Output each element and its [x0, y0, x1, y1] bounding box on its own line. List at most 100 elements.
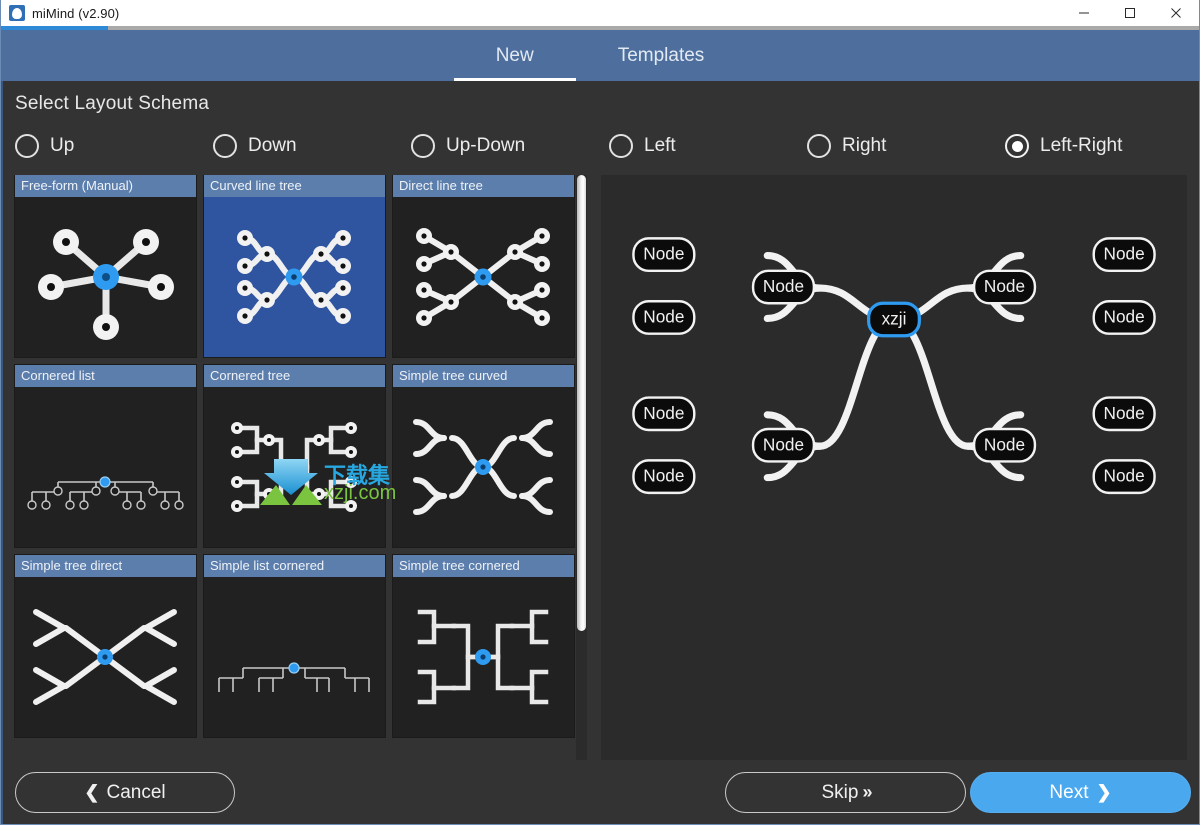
radio-circle-icon	[609, 134, 633, 158]
schema-tile-caption: Curved line tree	[204, 175, 385, 197]
schema-thumbnail-simple-tree-cornered	[393, 577, 574, 737]
tab-bar: New Templates	[1, 30, 1199, 81]
mindmap-node: Node	[972, 427, 1037, 463]
radio-circle-selected-icon	[1005, 134, 1029, 158]
schema-tile-caption: Simple list cornered	[204, 555, 385, 577]
title-bar: miMind (v2.90)	[1, 0, 1199, 26]
schema-tile-curved-line-tree[interactable]: Curved line tree	[203, 175, 386, 358]
skip-button-label: Skip	[821, 781, 859, 803]
schema-grid-scrollbar[interactable]	[576, 175, 587, 760]
mindmap-node-label: Node	[643, 244, 684, 264]
mindmap-preview-svg: Node Node Node Node Node Node Node Node …	[632, 237, 1156, 495]
mindmap-node: Node	[632, 396, 696, 432]
mindmap-root-label: xzji	[882, 309, 907, 329]
mindmap-root-node: xzji	[867, 301, 921, 338]
schema-tile-simple-tree-curved[interactable]: Simple tree curved	[392, 364, 575, 548]
radio-circle-icon	[411, 134, 435, 158]
radio-option-right[interactable]: Right	[807, 134, 1005, 158]
maximize-icon[interactable]	[1107, 0, 1153, 26]
radio-label-up: Up	[50, 135, 75, 156]
cancel-button-label: Cancel	[106, 781, 166, 803]
schema-tile-simple-tree-direct[interactable]: Simple tree direct	[14, 554, 197, 738]
schema-tile-simple-tree-cornered[interactable]: Simple tree cornered	[392, 554, 575, 738]
mindmap-node-label: Node	[1104, 244, 1145, 264]
mindmap-node: Node	[632, 459, 696, 495]
mindmap-node-label: Node	[1104, 403, 1145, 423]
close-icon[interactable]	[1153, 0, 1199, 26]
mimind-window: miMind (v2.90) New Templates Select Layo…	[0, 0, 1200, 825]
tab-templates[interactable]: Templates	[576, 30, 747, 81]
mindmap-node-label: Node	[984, 434, 1025, 454]
radio-label-down: Down	[248, 135, 297, 156]
schema-tile-free-form[interactable]: Free-form (Manual)	[14, 175, 197, 358]
radio-label-left-right: Left-Right	[1040, 135, 1123, 156]
window-controls	[1061, 0, 1199, 26]
mindmap-node: Node	[972, 269, 1037, 305]
radio-label-right: Right	[842, 135, 887, 156]
radio-option-left-right[interactable]: Left-Right	[1005, 134, 1200, 158]
mindmap-nodes: Node Node Node Node Node Node Node Node …	[632, 237, 1156, 495]
schema-thumbnail-cornered-tree	[204, 387, 385, 547]
schema-thumbnail-simple-tree-curved	[393, 387, 574, 547]
schema-tile-caption: Simple tree direct	[15, 555, 196, 577]
app-icon	[9, 5, 25, 21]
mindmap-node: Node	[1092, 237, 1156, 273]
schema-tile-direct-line-tree[interactable]: Direct line tree	[392, 175, 575, 358]
tab-templates-label: Templates	[617, 44, 705, 66]
radio-option-up[interactable]: Up	[15, 134, 213, 158]
mindmap-node-label: Node	[643, 466, 684, 486]
radio-circle-icon	[807, 134, 831, 158]
mindmap-node-label: Node	[1104, 307, 1145, 327]
next-button[interactable]: Next ❯	[970, 772, 1191, 813]
next-button-label: Next	[1049, 781, 1089, 803]
mindmap-node: Node	[632, 237, 696, 273]
mindmap-node-label: Node	[763, 434, 804, 454]
mindmap-node-label: Node	[643, 307, 684, 327]
minimize-icon[interactable]	[1061, 0, 1107, 26]
radio-label-up-down: Up-Down	[446, 135, 526, 156]
schema-tile-simple-list-cornered[interactable]: Simple list cornered	[203, 554, 386, 738]
tab-new[interactable]: New	[453, 30, 576, 81]
schema-thumbnail-cornered-list	[15, 387, 196, 547]
schema-tile-caption: Free-form (Manual)	[15, 175, 196, 197]
mindmap-node-label: Node	[643, 403, 684, 423]
mindmap-node-label: Node	[984, 276, 1025, 296]
chevron-left-icon: ❮	[84, 782, 100, 802]
main-split: Free-form (Manual) Curved line tree Dire…	[3, 175, 1199, 760]
radio-circle-icon	[15, 134, 39, 158]
double-chevron-right-icon: »	[862, 782, 872, 802]
mindmap-node: Node	[751, 427, 816, 463]
mindmap-node: Node	[1092, 396, 1156, 432]
footer-bar: ❮ Cancel Skip » Next ❯	[3, 760, 1199, 824]
window-title: miMind (v2.90)	[32, 5, 120, 21]
radio-option-left[interactable]: Left	[609, 134, 807, 158]
mindmap-preview[interactable]: Node Node Node Node Node Node Node Node …	[601, 175, 1187, 760]
schema-thumbnail-simple-tree-direct	[15, 577, 196, 737]
mindmap-node-label: Node	[763, 276, 804, 296]
schema-thumbnail-freeform	[15, 197, 196, 357]
page-title: Select Layout Schema	[15, 93, 210, 114]
schema-tile-caption: Simple tree cornered	[393, 555, 574, 577]
schema-thumbnail-curved-tree	[204, 197, 385, 357]
schema-thumbnail-simple-list-cornered	[204, 577, 385, 737]
chevron-right-icon: ❯	[1096, 782, 1112, 802]
schema-tile-cornered-list[interactable]: Cornered list	[14, 364, 197, 548]
schema-tile-caption: Cornered tree	[204, 365, 385, 387]
scrollbar-thumb[interactable]	[577, 175, 586, 632]
radio-label-left: Left	[644, 135, 676, 156]
schema-tile-caption: Cornered list	[15, 365, 196, 387]
radio-option-up-down[interactable]: Up-Down	[411, 134, 609, 158]
schema-tile-caption: Simple tree curved	[393, 365, 574, 387]
tab-new-label: New	[495, 44, 534, 66]
schema-grid-container: Free-form (Manual) Curved line tree Dire…	[3, 175, 599, 760]
cancel-button[interactable]: ❮ Cancel	[15, 772, 235, 813]
radio-option-down[interactable]: Down	[213, 134, 411, 158]
schema-tile-caption: Direct line tree	[393, 175, 574, 197]
mindmap-node: Node	[1092, 300, 1156, 335]
schema-thumbnail-direct-tree	[393, 197, 574, 357]
mindmap-node: Node	[632, 300, 696, 335]
schema-grid: Free-form (Manual) Curved line tree Dire…	[14, 175, 587, 738]
skip-button[interactable]: Skip »	[725, 772, 966, 813]
schema-tile-cornered-tree[interactable]: Cornered tree	[203, 364, 386, 548]
layout-schema-radio-group: Up Down Up-Down Left Right Left-Right	[3, 123, 1199, 169]
